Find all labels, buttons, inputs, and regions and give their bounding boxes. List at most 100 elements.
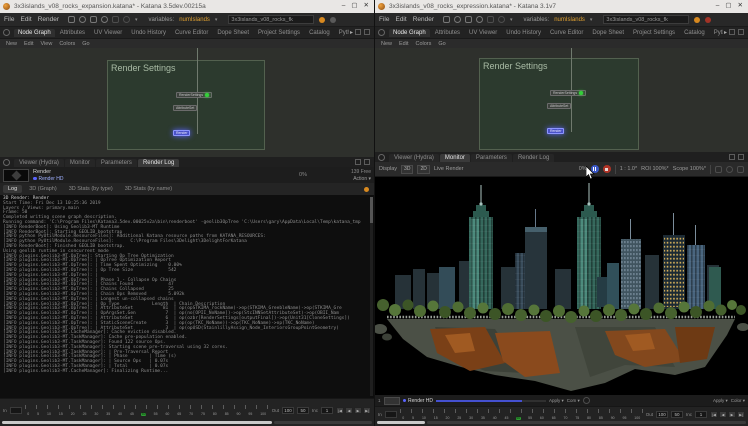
inc-field[interactable]: 1 (321, 407, 333, 414)
pane-icon[interactable] (378, 29, 385, 36)
transport-button[interactable]: ▶ (354, 407, 362, 414)
main-tab[interactable]: Curve Editor (546, 29, 587, 37)
back-icon[interactable] (443, 16, 450, 23)
rendersettings-node[interactable]: RenderSettings (550, 90, 586, 96)
in-field[interactable] (385, 411, 397, 418)
main-tab[interactable]: Node Graph (14, 29, 55, 37)
comp-dropdown[interactable]: Com ▾ (567, 398, 580, 404)
pixel-probe-icon[interactable] (726, 166, 733, 173)
flag-icon[interactable] (112, 16, 119, 23)
main-tab[interactable]: Dope Sheet (213, 29, 253, 37)
render-status-icon[interactable] (694, 17, 700, 23)
main-tab[interactable]: UV Viewer (465, 29, 501, 37)
split-pane-icon[interactable] (355, 29, 361, 35)
menu-item[interactable]: Render (38, 16, 59, 23)
render-node[interactable]: Render (173, 130, 190, 136)
tab-monitor[interactable]: Monitor (440, 154, 470, 162)
transport-button[interactable]: ◀ (345, 407, 353, 414)
render-name[interactable]: Render HD (33, 176, 64, 182)
chevron-down-icon[interactable]: ▾ (510, 17, 513, 23)
back-icon[interactable] (68, 16, 75, 23)
main-tab[interactable]: Attributes (431, 29, 464, 37)
main-tab[interactable]: Node Graph (389, 29, 430, 37)
render-log-output[interactable]: 3D Render: RenderStart Time: Fri Dec 13 … (0, 195, 374, 398)
tab-overflow-icon[interactable]: ▸ (350, 29, 353, 36)
tab-render-log[interactable]: Render Log (513, 154, 554, 162)
menu-item[interactable]: Render (413, 16, 434, 23)
main-tab[interactable]: Curve Editor (171, 29, 212, 37)
current-frame-field[interactable]: 50 (671, 411, 683, 418)
menu-item[interactable]: File (379, 16, 389, 23)
main-tab[interactable]: Project Settings (629, 29, 679, 37)
variables-value[interactable]: numIslands (179, 17, 210, 23)
nodegraph-menu-item[interactable]: Edit (399, 41, 408, 47)
nodegraph-menu-item[interactable]: Colors (59, 41, 75, 47)
current-frame-field[interactable]: 50 (297, 407, 309, 414)
log-tab[interactable]: Log (3, 185, 22, 193)
log-tab[interactable]: 3D Stats (by type) (64, 185, 118, 193)
main-tab[interactable]: Python (710, 29, 723, 37)
in-field[interactable] (10, 407, 22, 414)
pane-menu-icon[interactable] (364, 159, 370, 165)
catalog-thumbnail[interactable] (384, 397, 400, 405)
gear-icon[interactable] (454, 16, 461, 23)
main-tab[interactable]: UV Viewer (90, 29, 126, 37)
rendersettings-node[interactable]: RenderSettings (176, 92, 212, 98)
pane-menu-icon[interactable] (364, 29, 370, 35)
log-tab[interactable]: 3D Stats (by name) (120, 185, 177, 193)
split-pane-icon[interactable] (729, 154, 735, 160)
main-tab[interactable]: Dope Sheet (588, 29, 628, 37)
tab-parameters[interactable]: Parameters (471, 154, 512, 162)
transport-button[interactable]: ▶| (363, 407, 371, 414)
nodegraph-menu-item[interactable]: New (381, 41, 392, 47)
gear-icon[interactable] (378, 154, 385, 161)
tab-viewer-hydra[interactable]: Viewer (Hydra) (14, 159, 64, 167)
search-icon[interactable] (465, 16, 472, 23)
node-graph-canvas[interactable]: Render Settings RenderSettings Attribute… (0, 48, 374, 157)
minimize-button[interactable]: – (342, 3, 346, 10)
tab-parameters[interactable]: Parameters (96, 159, 137, 167)
menu-item[interactable]: File (4, 16, 14, 23)
render-icon[interactable] (476, 16, 483, 23)
filename-field[interactable]: 3x3islands_v08_rocks_fk (228, 15, 314, 24)
maximize-button[interactable]: ▢ (351, 3, 357, 10)
live-render-label[interactable]: Live Render (434, 166, 464, 172)
stop-status-icon[interactable] (705, 17, 711, 23)
main-tab[interactable]: Project Settings (254, 29, 304, 37)
node-graph-canvas[interactable]: Render Settings RenderSettings Attribute… (375, 48, 748, 152)
nodegraph-menu-item[interactable]: New (6, 41, 17, 47)
attributeset-node[interactable]: AttributeSet (547, 103, 571, 109)
catalog-entry-name[interactable]: Render HD (403, 398, 434, 404)
pane-menu-icon[interactable] (738, 154, 744, 160)
chevron-down-icon[interactable]: ▾ (215, 17, 218, 23)
apply-dropdown[interactable]: Apply ▾ (549, 398, 564, 404)
viewed-dot-icon[interactable] (205, 93, 209, 97)
main-tab[interactable]: Catalog (680, 29, 709, 37)
timeline-scrollbar[interactable] (375, 420, 748, 426)
tab-monitor[interactable]: Monitor (65, 159, 95, 167)
nodegraph-menu-item[interactable]: Go (82, 41, 89, 47)
attributeset-node[interactable]: AttributeSet (173, 105, 197, 111)
split-pane-icon[interactable] (355, 159, 361, 165)
out-field[interactable]: 100 (282, 407, 294, 414)
stop-button[interactable] (603, 165, 611, 173)
main-tab[interactable]: Catalog (305, 29, 334, 37)
display-dropdown[interactable]: Display (379, 166, 397, 172)
log-tab[interactable]: 3D (Graph) (24, 185, 62, 193)
roi-level[interactable]: ROI 100%* (641, 166, 669, 172)
render-thumbnail[interactable] (3, 169, 29, 182)
search-icon[interactable] (90, 16, 97, 23)
variables-value[interactable]: numIslands (554, 17, 585, 23)
render-node[interactable]: Render (547, 128, 564, 134)
frame-ruler[interactable]: 0510152025303540455055606570758085909510… (400, 408, 643, 420)
tab-render-log[interactable]: Render Log (138, 159, 179, 167)
view-3d-button[interactable]: 3D (401, 165, 413, 174)
link-icon[interactable] (583, 397, 590, 404)
viewed-dot-icon[interactable] (579, 91, 583, 95)
render-status-icon[interactable] (319, 17, 325, 23)
title-bar[interactable]: 3x3islands_v08_rocks_expansion.katana* -… (0, 0, 374, 13)
timeline-scrollbar[interactable] (0, 420, 374, 426)
gear-icon[interactable] (3, 159, 10, 166)
main-tab[interactable]: Attributes (56, 29, 89, 37)
zoom-level[interactable]: 1 : 1.0* (620, 166, 637, 172)
